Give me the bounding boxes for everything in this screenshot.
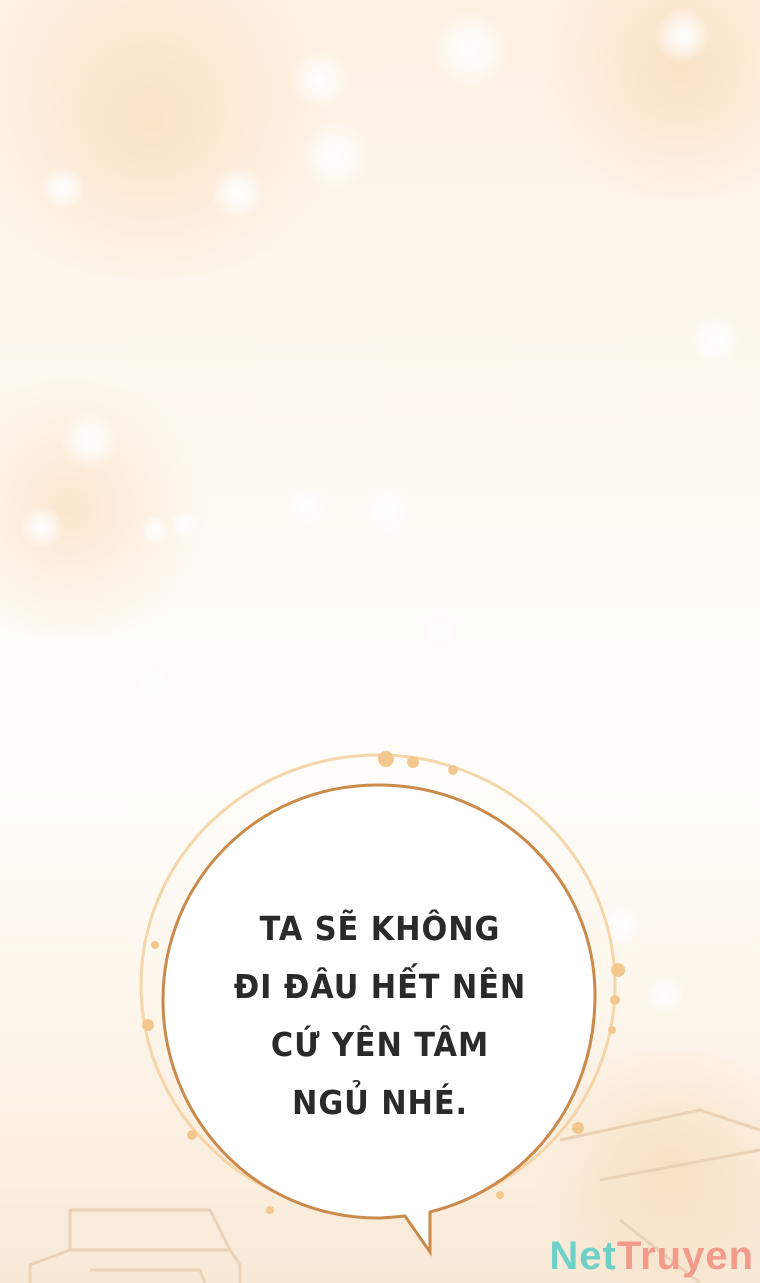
bokeh-light xyxy=(60,410,120,470)
bokeh-light xyxy=(170,510,200,540)
bokeh-light xyxy=(655,8,711,64)
bokeh-warm xyxy=(520,0,760,200)
bokeh-light xyxy=(420,612,460,652)
bokeh-light xyxy=(290,50,350,110)
bokeh-light xyxy=(40,165,86,211)
bokeh-light xyxy=(300,120,370,190)
bokeh-light xyxy=(430,10,510,90)
comic-panel: TA SẼ KHÔNG ĐI ĐÂU HẾT NÊN CỨ YÊN TÂM NG… xyxy=(0,0,760,1283)
speech-line: CỨ YÊN TÂM xyxy=(270,1025,490,1064)
bokeh-light xyxy=(285,485,329,529)
speech-line: ĐI ĐÂU HẾT NÊN xyxy=(233,967,527,1006)
bokeh-light xyxy=(20,505,64,549)
speech-line: NGỦ NHÉ. xyxy=(291,1083,469,1122)
watermark-logo: NetTruyen xyxy=(549,1234,754,1279)
watermark-net: Net xyxy=(549,1234,617,1278)
bokeh-light xyxy=(690,315,740,365)
bokeh-light xyxy=(130,660,174,704)
speech-bubble-text: TA SẼ KHÔNG ĐI ĐÂU HẾT NÊN CỨ YÊN TÂM NG… xyxy=(182,900,578,1132)
watermark-truyen: Truyen xyxy=(616,1234,754,1278)
speech-line: TA SẼ KHÔNG xyxy=(259,909,501,948)
bokeh-light xyxy=(362,485,414,537)
bokeh-light xyxy=(140,515,170,545)
bokeh-light xyxy=(210,165,266,221)
bokeh-light xyxy=(645,975,685,1015)
